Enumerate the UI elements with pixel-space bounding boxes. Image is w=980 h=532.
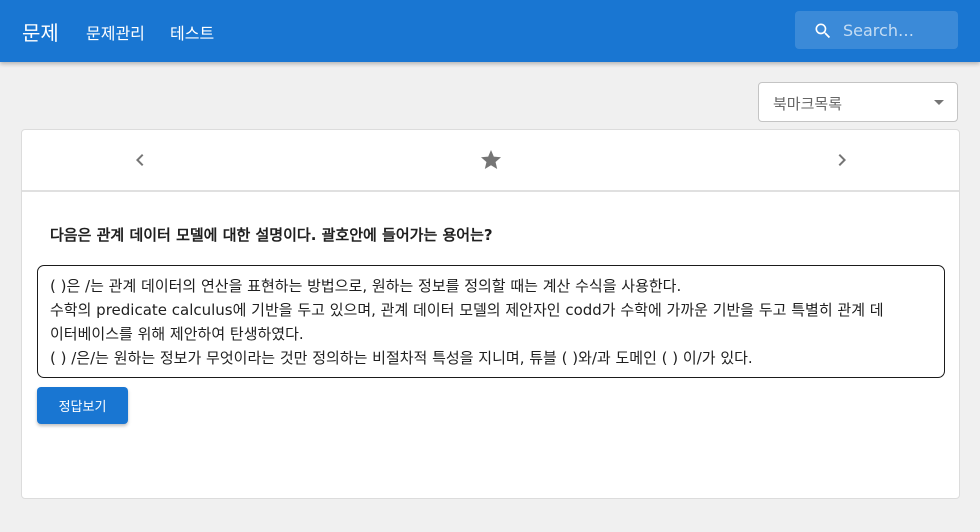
- nav-link-test[interactable]: 테스트: [170, 20, 214, 44]
- chevron-right-icon[interactable]: [830, 148, 854, 172]
- star-icon[interactable]: [479, 148, 503, 172]
- dropdown-arrow-icon: [934, 100, 944, 105]
- search-icon: [815, 23, 831, 39]
- description-line: ( ) /은/는 원하는 정보가 무엇이라는 것만 정의하는 비절차적 특성을 …: [50, 349, 753, 367]
- search-input[interactable]: [843, 11, 953, 49]
- bookmark-select-value: 북마크목록: [773, 95, 843, 113]
- bookmark-list-select[interactable]: 북마크목록: [758, 82, 958, 122]
- question-card: 다음은 관계 데이터 모델에 대한 설명이다. 괄호안에 들어가는 용어는? (…: [21, 129, 960, 499]
- show-answer-button[interactable]: 정답보기: [37, 387, 128, 424]
- search-box[interactable]: [795, 11, 958, 49]
- app-bar: 문제 문제관리 테스트: [0, 0, 980, 62]
- question-text: 다음은 관계 데이터 모델에 대한 설명이다. 괄호안에 들어가는 용어는?: [50, 226, 493, 244]
- nav-link-problem-management[interactable]: 문제관리: [86, 20, 145, 44]
- description-line: ( )은 /는 관계 데이터의 연산을 표현하는 방법으로, 원하는 정보를 정…: [50, 277, 682, 295]
- app-title[interactable]: 문제: [22, 17, 59, 46]
- description-line: 이터베이스를 위해 제안하여 탄생하였다.: [50, 325, 304, 343]
- description-line: 수학의 predicate calculus에 기반을 두고 있으며, 관계 데…: [50, 301, 884, 319]
- chevron-left-icon[interactable]: [128, 148, 152, 172]
- question-description: ( )은 /는 관계 데이터의 연산을 표현하는 방법으로, 원하는 정보를 정…: [37, 265, 945, 378]
- question-navigation: [22, 130, 959, 192]
